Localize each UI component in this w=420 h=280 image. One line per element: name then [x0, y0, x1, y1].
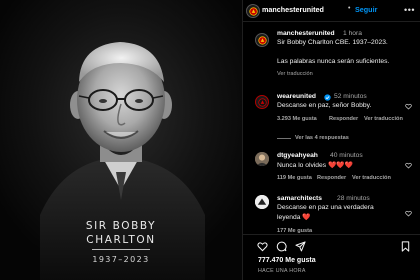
view-replies-link[interactable]: Ver las 4 respuestas: [295, 135, 349, 141]
comment-likes[interactable]: 119 Me gusta: [277, 175, 312, 181]
memorial-divider: [92, 249, 150, 250]
memorial-name-line1: SIR BOBBY: [85, 220, 157, 232]
follow-button[interactable]: Seguir: [355, 5, 377, 14]
club-crest-icon: [257, 35, 267, 45]
like-comment-icon[interactable]: [405, 103, 412, 110]
comment-text-line1: Descanse en paz una verdadera: [277, 204, 374, 211]
header-separator: •: [348, 5, 351, 12]
avatar[interactable]: [246, 4, 260, 18]
comment-text-line2: leyenda: [277, 214, 301, 221]
comment-text: Nunca lo olvides: [277, 162, 327, 169]
caption-username[interactable]: manchesterunited: [277, 30, 335, 37]
see-translation-link[interactable]: Ver traducción: [352, 175, 391, 181]
club-crest-icon: [248, 6, 258, 16]
verified-badge-icon: [324, 94, 331, 101]
user-photo-icon: [255, 195, 269, 209]
post-side-panel: manchesterunited • Seguir ••• manchester…: [242, 0, 420, 280]
avatar[interactable]: [255, 95, 269, 109]
caption-line1: Sir Bobby Charlton CBE. 1937–2023.: [277, 39, 388, 46]
club-crest-icon: [257, 97, 267, 107]
reply-button[interactable]: Responder: [317, 175, 346, 181]
bookmark-icon[interactable]: [400, 241, 411, 252]
avatar[interactable]: [255, 33, 269, 47]
comment-time: 28 minutos: [337, 195, 370, 202]
avatar[interactable]: [255, 195, 269, 209]
reply-button[interactable]: Responder: [329, 116, 358, 122]
post-timestamp: HACE UNA HORA: [258, 268, 306, 274]
post-modal: SIR BOBBY CHARLTON 1937–2023 manchesteru…: [0, 0, 420, 280]
like-comment-icon[interactable]: [405, 162, 412, 169]
comment-username[interactable]: weareunited: [277, 93, 316, 100]
comment-username[interactable]: samarchitects: [277, 195, 322, 202]
comment-time: 40 minutos: [330, 152, 363, 159]
replies-divider: [277, 138, 291, 139]
see-translation-link[interactable]: Ver traducción: [364, 116, 403, 122]
more-horizontal-icon[interactable]: •••: [404, 5, 415, 15]
see-translation-link[interactable]: Ver traducción: [277, 71, 313, 77]
like-heart-icon[interactable]: [257, 241, 268, 252]
header-username[interactable]: manchesterunited: [262, 5, 324, 14]
post-actions: 777.470 Me gusta HACE UNA HORA: [243, 234, 420, 280]
memorial-name-line2: CHARLTON: [86, 234, 156, 246]
comment-text-row: Nunca lo olvides ❤️❤️❤️: [277, 161, 353, 169]
share-send-icon[interactable]: [295, 241, 306, 252]
post-likes-count[interactable]: 777.470 Me gusta: [258, 257, 316, 264]
user-photo-icon: [255, 152, 269, 166]
comment-text-row: leyenda ❤️: [277, 213, 311, 221]
comments-list[interactable]: manchesterunited 1 hora Sir Bobby Charlt…: [243, 22, 420, 234]
comment-username[interactable]: dtgyeahyeah: [277, 152, 318, 159]
comment-icon[interactable]: [276, 241, 287, 252]
heart-emoji: ❤️❤️❤️: [327, 162, 353, 169]
caption-line2: Las palabras nunca serán suficientes.: [277, 58, 390, 65]
avatar[interactable]: [255, 152, 269, 166]
comment-likes[interactable]: 3.293 Me gusta: [277, 116, 317, 122]
heart-emoji: ❤️: [302, 214, 311, 221]
like-comment-icon[interactable]: [405, 210, 412, 217]
post-header: manchesterunited • Seguir •••: [243, 0, 420, 22]
post-media[interactable]: SIR BOBBY CHARLTON 1937–2023: [0, 0, 242, 280]
comment-time: 52 minutos: [334, 93, 367, 100]
caption-time: 1 hora: [343, 30, 362, 37]
memorial-years: 1937–2023: [92, 255, 150, 264]
comment-text: Descanse en paz, señor Bobby.: [277, 102, 372, 109]
